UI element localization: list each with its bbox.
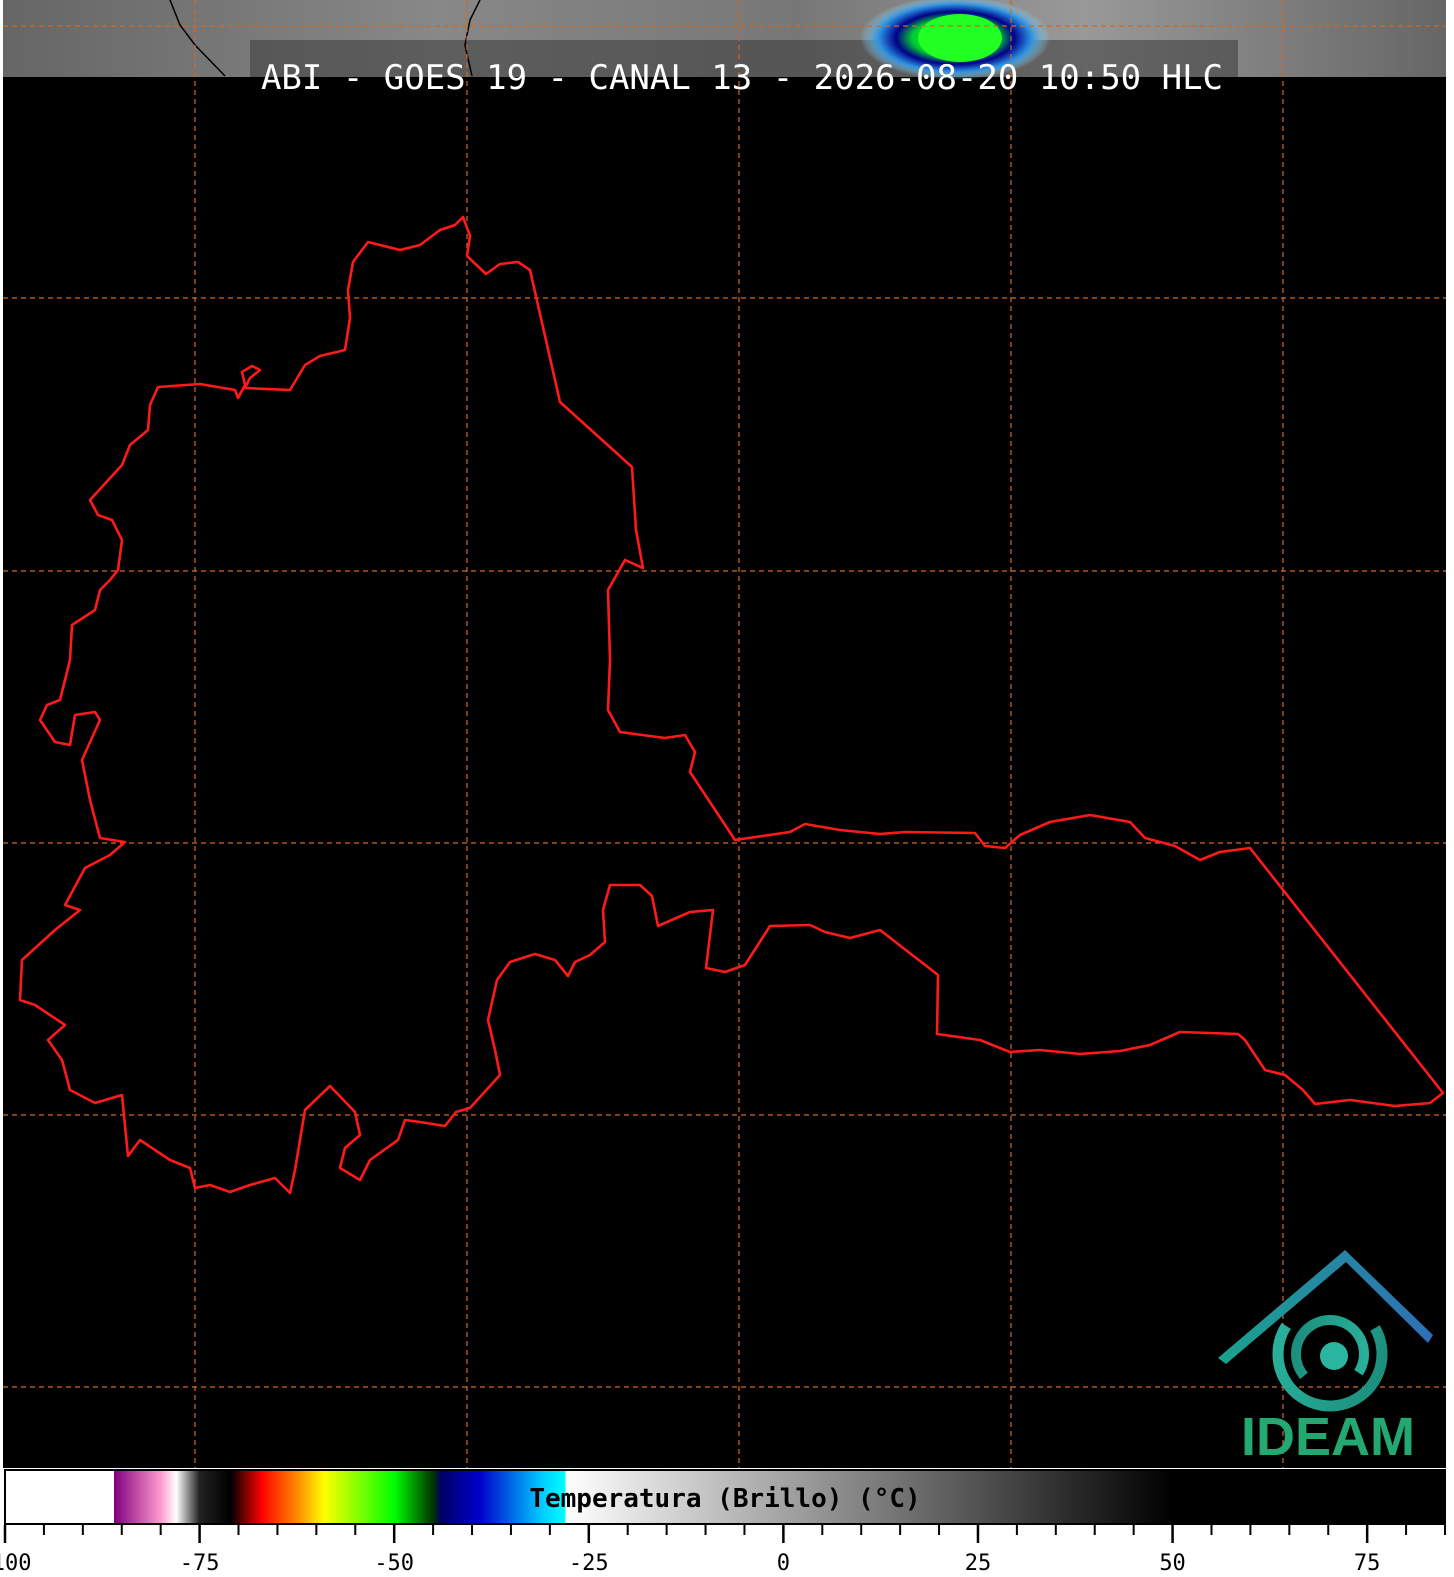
map-background xyxy=(3,0,1446,1468)
satellite-map-figure: ABI - GOES 19 - CANAL 13 - 2026-08-20 10… xyxy=(0,0,1446,1576)
ideam-logo-text: IDEAM xyxy=(1241,1407,1415,1467)
colorbar-tick-label: -75 xyxy=(180,1551,220,1576)
colorbar-tick-label: 50 xyxy=(1159,1551,1186,1576)
colorbar-tick-label: 0 xyxy=(777,1551,790,1576)
colorbar-tick-label: -25 xyxy=(569,1551,609,1576)
colorbar-tick-label: -100 xyxy=(0,1551,31,1576)
colorbar-tick-label: -50 xyxy=(374,1551,414,1576)
map-title: ABI - GOES 19 - CANAL 13 - 2026-08-20 10… xyxy=(261,58,1223,98)
colorbar-tick-label: 75 xyxy=(1354,1551,1381,1576)
colorbar-tick-label: 25 xyxy=(965,1551,992,1576)
colorbar-label: Temperatura (Brillo) (°C) xyxy=(529,1484,920,1514)
